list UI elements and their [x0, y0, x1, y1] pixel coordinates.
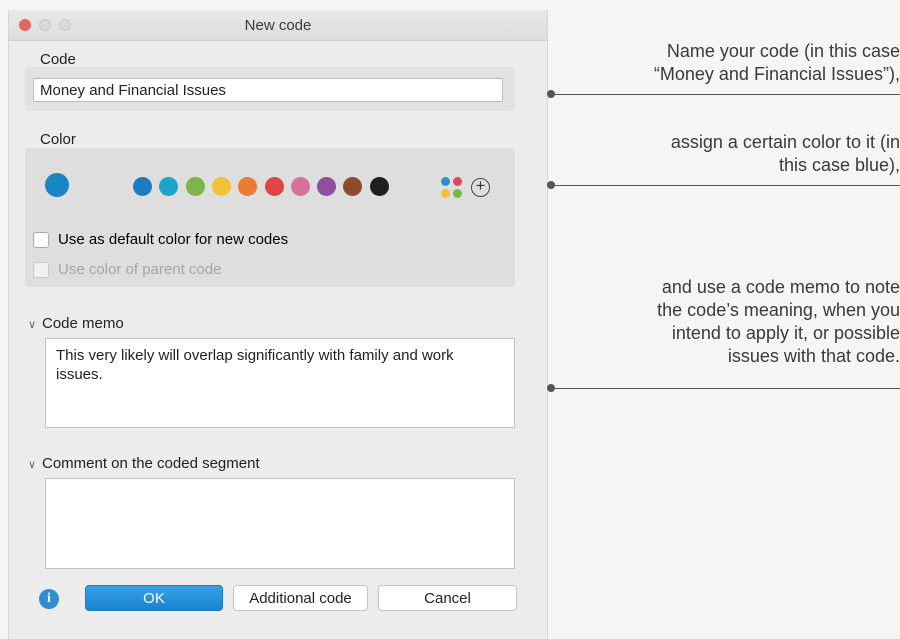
title-bar: New code [9, 10, 547, 41]
annotation-line-text: issues with that code. [727, 346, 900, 366]
color-swatch[interactable] [264, 177, 284, 196]
annotation-code-name: Name your code (in this case “Money and … [654, 40, 900, 86]
annotation-line-text: the code’s meaning, when you [657, 300, 900, 320]
code-memo-header[interactable]: ∨ Code memo [28, 315, 124, 332]
annotation-pointer-line [551, 388, 900, 389]
color-swatch[interactable] [369, 177, 389, 196]
additional-code-button[interactable]: Additional code [233, 585, 368, 611]
annotation-pointer-line [551, 185, 900, 186]
annotation-line-text: “Money and Financial Issues”), [653, 64, 900, 84]
window-title: New code [244, 17, 312, 34]
color-swatch[interactable] [317, 177, 337, 196]
parent-color-checkbox-label: Use color of parent code [58, 261, 222, 278]
comment-header[interactable]: ∨ Comment on the coded segment [28, 455, 260, 472]
color-swatch[interactable] [290, 177, 310, 196]
plus-circle-icon[interactable]: + [471, 177, 490, 197]
annotation-color: assign a certain color to it (in this ca… [671, 131, 900, 177]
code-name-input[interactable] [33, 78, 503, 102]
cancel-button[interactable]: Cancel [378, 585, 517, 611]
comment-textarea[interactable] [45, 478, 515, 569]
selected-color-swatch [45, 173, 69, 197]
default-color-checkbox[interactable] [33, 232, 49, 248]
color-swatch[interactable] [211, 177, 231, 196]
annotation-line-text: intend to apply it, or possible [671, 323, 900, 343]
annotation-line-text: this case blue), [778, 155, 900, 175]
chevron-down-icon[interactable]: ∨ [28, 458, 42, 471]
color-label: Color [40, 131, 76, 148]
annotation-line-text: assign a certain color to it (in [670, 132, 900, 152]
comment-label: Comment on the coded segment [42, 455, 260, 472]
info-icon[interactable]: i [39, 589, 59, 609]
ok-button[interactable]: OK [85, 585, 223, 611]
code-memo-label: Code memo [42, 315, 124, 332]
annotation-memo: and use a code memo to note the code’s m… [657, 276, 900, 368]
code-label: Code [40, 51, 76, 68]
color-swatch[interactable] [133, 177, 152, 196]
color-swatch[interactable] [185, 177, 205, 196]
chevron-down-icon[interactable]: ∨ [28, 318, 42, 331]
code-memo-textarea[interactable]: This very likely will overlap significan… [45, 338, 515, 428]
palette-icon[interactable] [441, 177, 465, 201]
default-color-checkbox-label: Use as default color for new codes [58, 231, 289, 248]
annotation-pointer-line [551, 94, 900, 95]
annotation-line-text: Name your code (in this case [666, 41, 900, 61]
annotation-line-text: and use a code memo to note [661, 277, 900, 297]
parent-color-checkbox [33, 262, 49, 278]
